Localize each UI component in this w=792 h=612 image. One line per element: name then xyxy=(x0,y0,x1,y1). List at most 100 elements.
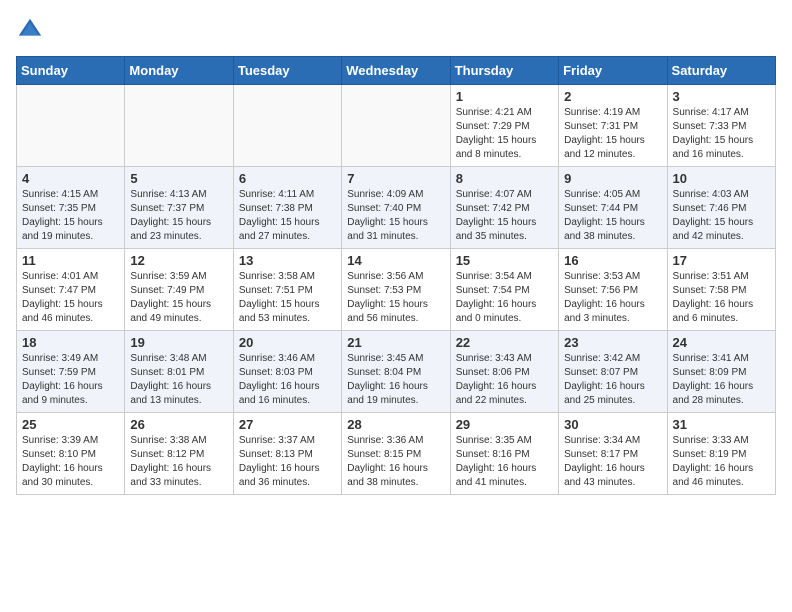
day-number: 3 xyxy=(673,89,770,104)
day-number: 8 xyxy=(456,171,553,186)
logo-icon xyxy=(16,16,44,44)
day-number: 11 xyxy=(22,253,119,268)
calendar-cell: 10Sunrise: 4:03 AM Sunset: 7:46 PM Dayli… xyxy=(667,167,775,249)
day-detail: Sunrise: 4:13 AM Sunset: 7:37 PM Dayligh… xyxy=(130,188,227,244)
calendar-cell: 16Sunrise: 3:53 AM Sunset: 7:56 PM Dayli… xyxy=(559,249,667,331)
calendar-cell: 30 Sunrise: 3:34 AM Sunset: 8:17 PM Dayli… xyxy=(559,413,667,495)
calendar-cell: 31 Sunrise: 3:33 AM Sunset: 8:19 PM Dayli… xyxy=(667,413,775,495)
week-row-4: 25Sunrise: 3:39 AM Sunset: 8:10 PM Dayli… xyxy=(17,413,776,495)
logo xyxy=(16,16,48,44)
day-number: 5 xyxy=(130,171,227,186)
weekday-header-row: SundayMondayTuesdayWednesdayThursdayFrid… xyxy=(17,57,776,85)
calendar-cell: 29Sunrise: 3:35 AM Sunset: 8:16 PM Dayli… xyxy=(450,413,558,495)
weekday-header-wednesday: Wednesday xyxy=(342,57,450,85)
weekday-header-thursday: Thursday xyxy=(450,57,558,85)
calendar-cell: 17Sunrise: 3:51 AM Sunset: 7:58 PM Dayli… xyxy=(667,249,775,331)
day-number: 7 xyxy=(347,171,444,186)
calendar-cell: 4 Sunrise: 4:15 AM Sunset: 7:35 PM Daylig… xyxy=(17,167,125,249)
day-number: 22 xyxy=(456,335,553,350)
calendar-cell: 14 Sunrise: 3:56 AM Sunset: 7:53 PM Dayli… xyxy=(342,249,450,331)
day-detail: Sunrise: 3:39 AM Sunset: 8:10 PM Dayligh… xyxy=(22,434,119,490)
calendar-cell: 5 Sunrise: 4:13 AM Sunset: 7:37 PM Daylig… xyxy=(125,167,233,249)
day-detail: Sunrise: 4:19 AM Sunset: 7:31 PM Dayligh… xyxy=(564,106,661,162)
day-detail: Sunrise: 3:45 AM Sunset: 8:04 PM Dayligh… xyxy=(347,352,444,408)
day-number: 6 xyxy=(239,171,336,186)
page-header xyxy=(16,16,776,44)
week-row-1: 4 Sunrise: 4:15 AM Sunset: 7:35 PM Daylig… xyxy=(17,167,776,249)
day-detail: Sunrise: 4:01 AM Sunset: 7:47 PM Dayligh… xyxy=(22,270,119,326)
day-detail: Sunrise: 4:21 AM Sunset: 7:29 PM Dayligh… xyxy=(456,106,553,162)
day-number: 28 xyxy=(347,417,444,432)
calendar-cell: 18 Sunrise: 3:49 AM Sunset: 7:59 PM Dayli… xyxy=(17,331,125,413)
day-number: 30 xyxy=(564,417,661,432)
calendar-cell: 3 Sunrise: 4:17 AM Sunset: 7:33 PM Daylig… xyxy=(667,85,775,167)
calendar-cell: 11 Sunrise: 4:01 AM Sunset: 7:47 PM Dayli… xyxy=(17,249,125,331)
day-detail: Sunrise: 3:59 AM Sunset: 7:49 PM Dayligh… xyxy=(130,270,227,326)
calendar-cell xyxy=(342,85,450,167)
weekday-header-friday: Friday xyxy=(559,57,667,85)
day-detail: Sunrise: 3:43 AM Sunset: 8:06 PM Dayligh… xyxy=(456,352,553,408)
day-detail: Sunrise: 3:34 AM Sunset: 8:17 PM Dayligh… xyxy=(564,434,661,490)
day-detail: Sunrise: 3:46 AM Sunset: 8:03 PM Dayligh… xyxy=(239,352,336,408)
calendar-cell xyxy=(233,85,341,167)
day-detail: Sunrise: 3:51 AM Sunset: 7:58 PM Dayligh… xyxy=(673,270,770,326)
day-detail: Sunrise: 3:36 AM Sunset: 8:15 PM Dayligh… xyxy=(347,434,444,490)
calendar-cell: 25Sunrise: 3:39 AM Sunset: 8:10 PM Dayli… xyxy=(17,413,125,495)
day-number: 12 xyxy=(130,253,227,268)
calendar-cell xyxy=(125,85,233,167)
day-detail: Sunrise: 3:42 AM Sunset: 8:07 PM Dayligh… xyxy=(564,352,661,408)
day-number: 14 xyxy=(347,253,444,268)
calendar-header: SundayMondayTuesdayWednesdayThursdayFrid… xyxy=(17,57,776,85)
day-number: 1 xyxy=(456,89,553,104)
day-detail: Sunrise: 4:17 AM Sunset: 7:33 PM Dayligh… xyxy=(673,106,770,162)
calendar: SundayMondayTuesdayWednesdayThursdayFrid… xyxy=(16,56,776,495)
day-detail: Sunrise: 3:58 AM Sunset: 7:51 PM Dayligh… xyxy=(239,270,336,326)
calendar-cell: 9Sunrise: 4:05 AM Sunset: 7:44 PM Daylig… xyxy=(559,167,667,249)
day-number: 9 xyxy=(564,171,661,186)
day-detail: Sunrise: 3:38 AM Sunset: 8:12 PM Dayligh… xyxy=(130,434,227,490)
calendar-cell: 24 Sunrise: 3:41 AM Sunset: 8:09 PM Dayli… xyxy=(667,331,775,413)
weekday-header-sunday: Sunday xyxy=(17,57,125,85)
day-detail: Sunrise: 3:35 AM Sunset: 8:16 PM Dayligh… xyxy=(456,434,553,490)
calendar-cell xyxy=(17,85,125,167)
calendar-cell: 21 Sunrise: 3:45 AM Sunset: 8:04 PM Dayli… xyxy=(342,331,450,413)
calendar-cell: 7Sunrise: 4:09 AM Sunset: 7:40 PM Daylig… xyxy=(342,167,450,249)
calendar-cell: 20 Sunrise: 3:46 AM Sunset: 8:03 PM Dayli… xyxy=(233,331,341,413)
day-detail: Sunrise: 3:41 AM Sunset: 8:09 PM Dayligh… xyxy=(673,352,770,408)
day-number: 18 xyxy=(22,335,119,350)
week-row-2: 11 Sunrise: 4:01 AM Sunset: 7:47 PM Dayli… xyxy=(17,249,776,331)
day-number: 2 xyxy=(564,89,661,104)
day-number: 21 xyxy=(347,335,444,350)
calendar-cell: 12 Sunrise: 3:59 AM Sunset: 7:49 PM Dayli… xyxy=(125,249,233,331)
week-row-0: 1 Sunrise: 4:21 AM Sunset: 7:29 PM Daylig… xyxy=(17,85,776,167)
day-number: 23 xyxy=(564,335,661,350)
calendar-cell: 13 Sunrise: 3:58 AM Sunset: 7:51 PM Dayli… xyxy=(233,249,341,331)
day-number: 13 xyxy=(239,253,336,268)
calendar-body: 1 Sunrise: 4:21 AM Sunset: 7:29 PM Daylig… xyxy=(17,85,776,495)
day-number: 31 xyxy=(673,417,770,432)
week-row-3: 18 Sunrise: 3:49 AM Sunset: 7:59 PM Dayli… xyxy=(17,331,776,413)
day-detail: Sunrise: 3:56 AM Sunset: 7:53 PM Dayligh… xyxy=(347,270,444,326)
day-number: 27 xyxy=(239,417,336,432)
day-detail: Sunrise: 3:48 AM Sunset: 8:01 PM Dayligh… xyxy=(130,352,227,408)
calendar-cell: 15Sunrise: 3:54 AM Sunset: 7:54 PM Dayli… xyxy=(450,249,558,331)
weekday-header-tuesday: Tuesday xyxy=(233,57,341,85)
day-number: 4 xyxy=(22,171,119,186)
calendar-cell: 6 Sunrise: 4:11 AM Sunset: 7:38 PM Daylig… xyxy=(233,167,341,249)
day-detail: Sunrise: 4:15 AM Sunset: 7:35 PM Dayligh… xyxy=(22,188,119,244)
day-number: 24 xyxy=(673,335,770,350)
day-detail: Sunrise: 3:53 AM Sunset: 7:56 PM Dayligh… xyxy=(564,270,661,326)
calendar-cell: 1 Sunrise: 4:21 AM Sunset: 7:29 PM Daylig… xyxy=(450,85,558,167)
day-number: 15 xyxy=(456,253,553,268)
day-detail: Sunrise: 3:33 AM Sunset: 8:19 PM Dayligh… xyxy=(673,434,770,490)
calendar-cell: 23 Sunrise: 3:42 AM Sunset: 8:07 PM Dayli… xyxy=(559,331,667,413)
day-detail: Sunrise: 3:49 AM Sunset: 7:59 PM Dayligh… xyxy=(22,352,119,408)
calendar-cell: 27Sunrise: 3:37 AM Sunset: 8:13 PM Dayli… xyxy=(233,413,341,495)
calendar-cell: 2 Sunrise: 4:19 AM Sunset: 7:31 PM Daylig… xyxy=(559,85,667,167)
day-number: 20 xyxy=(239,335,336,350)
day-detail: Sunrise: 4:07 AM Sunset: 7:42 PM Dayligh… xyxy=(456,188,553,244)
day-detail: Sunrise: 4:11 AM Sunset: 7:38 PM Dayligh… xyxy=(239,188,336,244)
day-detail: Sunrise: 4:03 AM Sunset: 7:46 PM Dayligh… xyxy=(673,188,770,244)
day-number: 19 xyxy=(130,335,227,350)
day-number: 26 xyxy=(130,417,227,432)
